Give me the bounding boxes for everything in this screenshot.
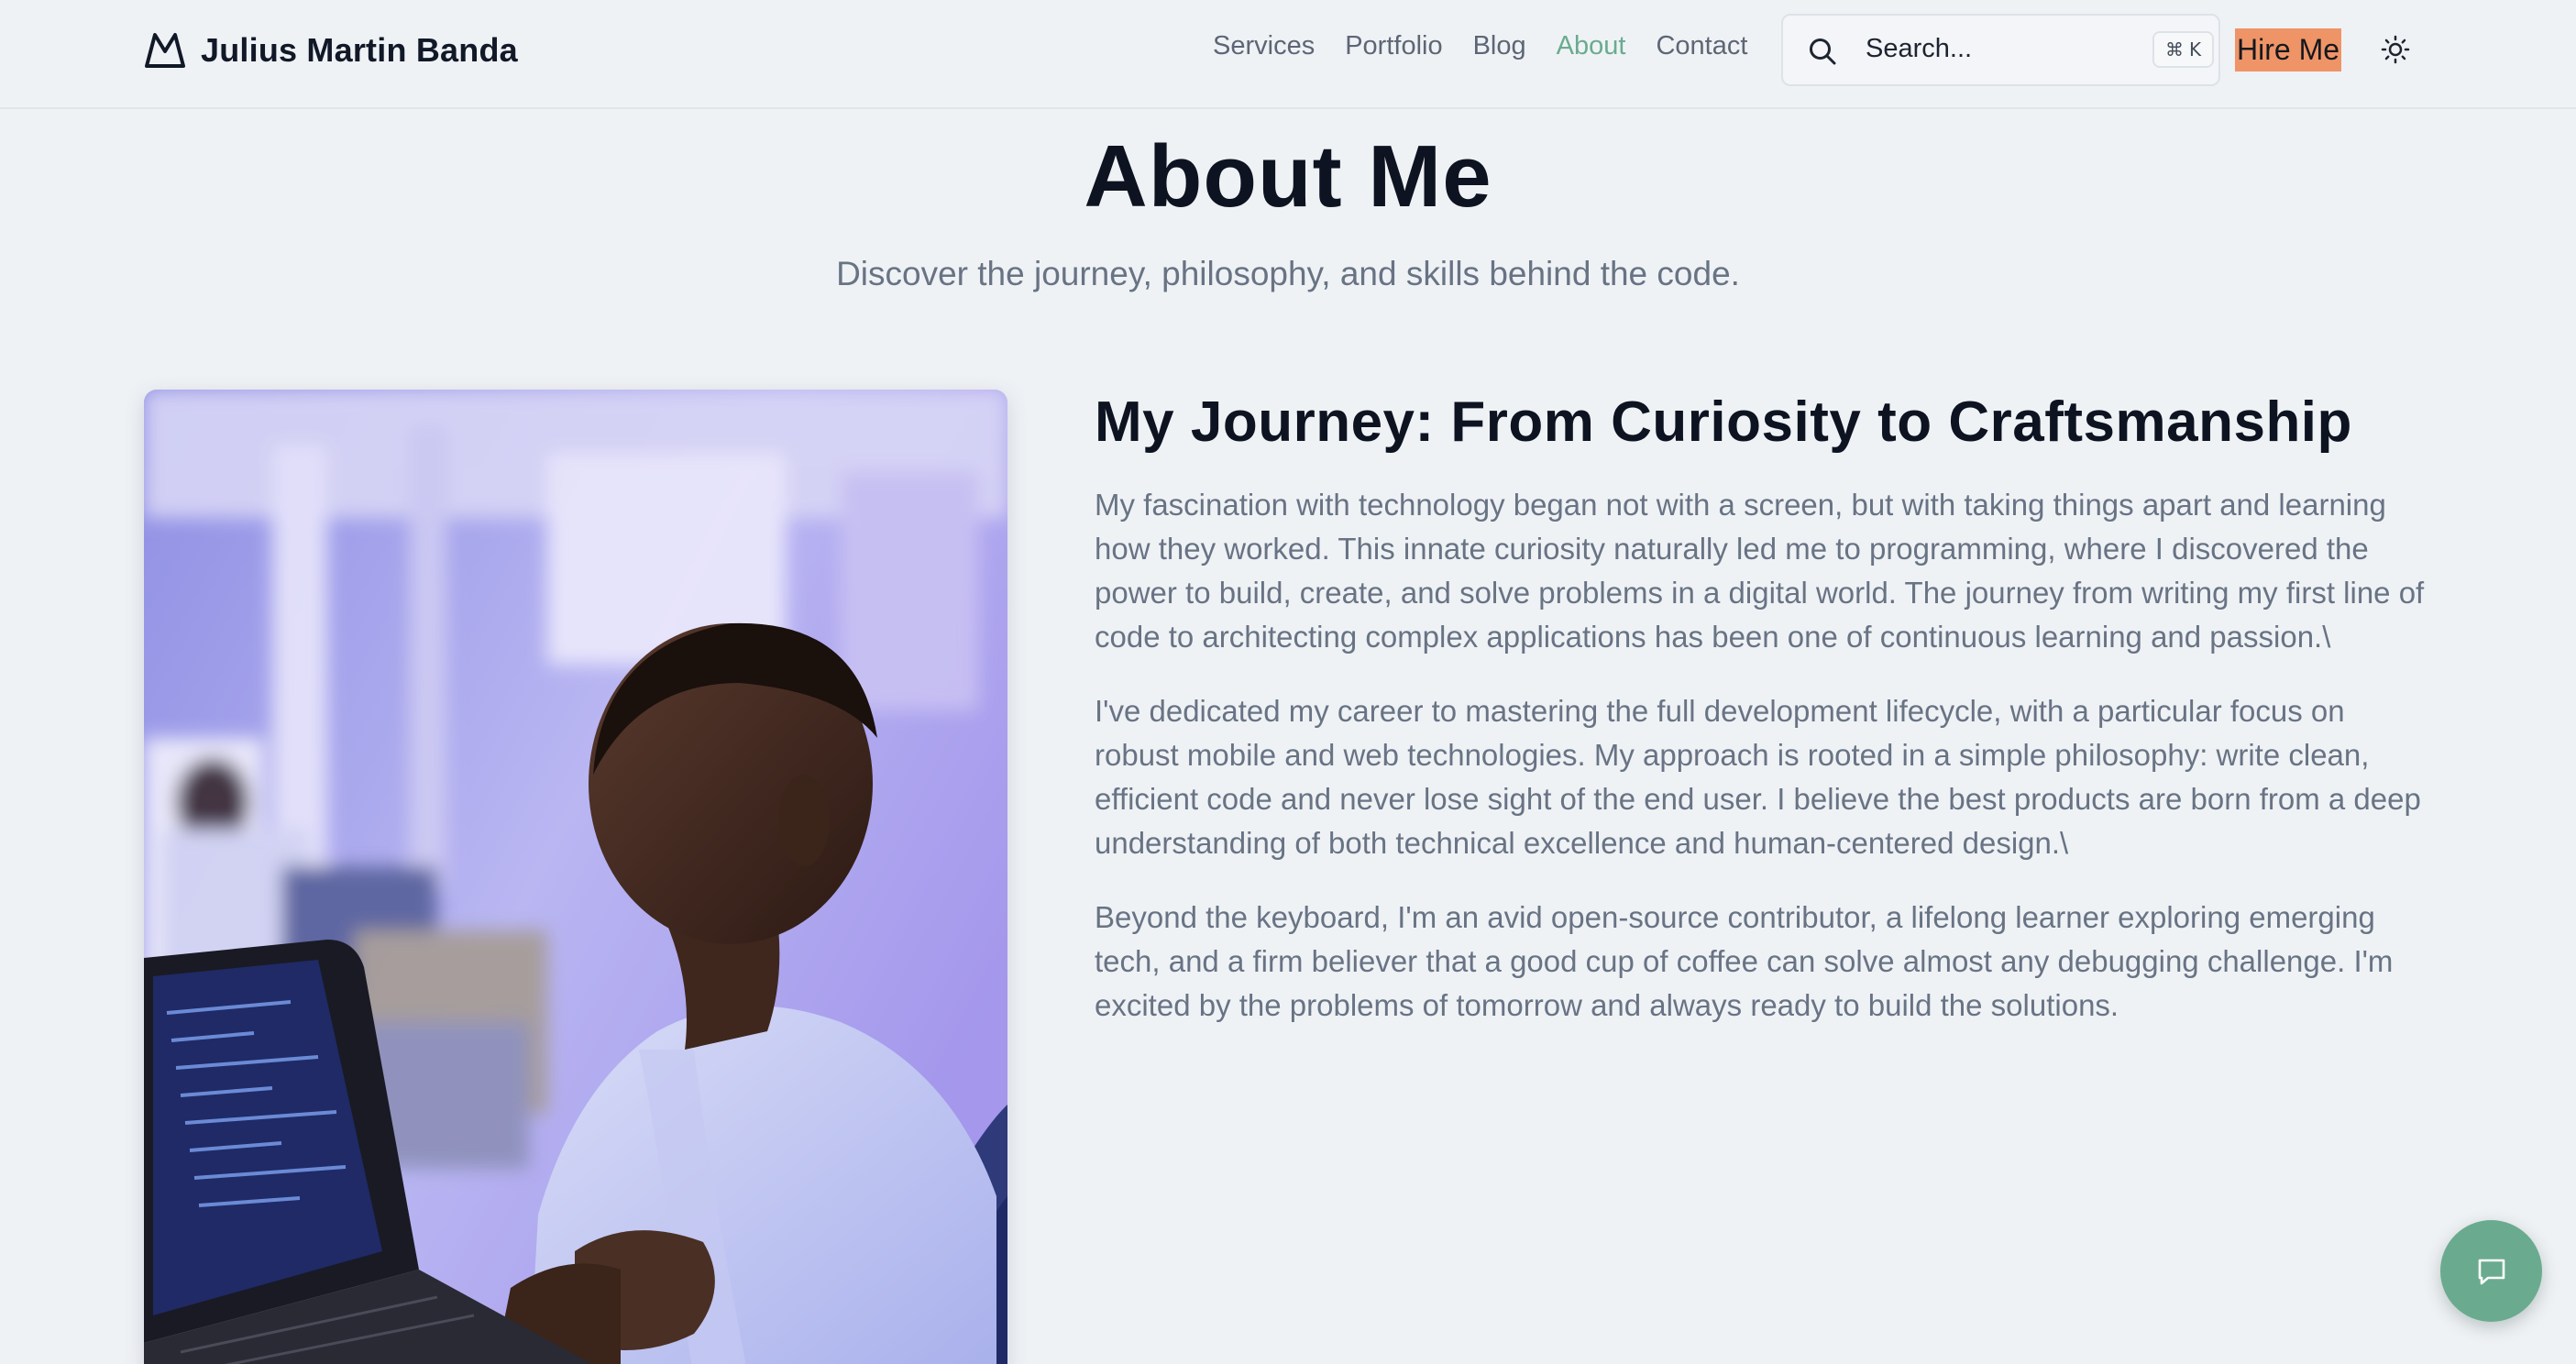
command-key-symbol: ⌘ xyxy=(2165,38,2184,60)
nav-link-about[interactable]: About xyxy=(1557,31,1626,61)
nav-link-services[interactable]: Services xyxy=(1213,31,1315,61)
nav-link-contact[interactable]: Contact xyxy=(1656,31,1747,61)
hire-me-button[interactable]: Hire Me xyxy=(2235,28,2342,72)
journey-heading: My Journey: From Curiosity to Craftsmans… xyxy=(1095,390,2352,454)
journey-text: My fascination with technology began not… xyxy=(1095,483,2433,1058)
brand-name: Julius Martin Banda xyxy=(201,31,518,69)
search-icon xyxy=(1810,38,1836,65)
profile-photo xyxy=(144,390,1007,1364)
nav-link-portfolio[interactable]: Portfolio xyxy=(1345,31,1442,61)
journey-paragraph-3: Beyond the keyboard, I'm an avid open-so… xyxy=(1095,900,2394,1022)
main-nav: Services Portfolio Blog About Contact xyxy=(1213,31,1747,61)
sun-icon xyxy=(2381,35,2410,64)
journey-paragraph-1: My fascination with technology began not… xyxy=(1095,488,2425,654)
keyboard-shortcut-badge: ⌘ K xyxy=(2152,31,2215,68)
shortcut-key-letter: K xyxy=(2189,38,2202,60)
brand-link[interactable]: Julius Martin Banda xyxy=(144,28,518,73)
page-subtitle: Discover the journey, philosophy, and sk… xyxy=(836,255,1740,292)
search-placeholder: Search... xyxy=(1866,34,1973,63)
chat-bubble-icon xyxy=(2478,1259,2504,1284)
journey-paragraph-2: I've dedicated my career to mastering th… xyxy=(1095,694,2421,860)
theme-toggle-button[interactable] xyxy=(2377,31,2414,68)
mountain-logo-icon xyxy=(145,33,185,68)
page-title: About Me xyxy=(1084,127,1492,226)
search-button[interactable]: Search... ⌘ K xyxy=(1781,14,2220,86)
top-navigation-bar: Julius Martin Banda Services Portfolio B… xyxy=(0,0,2576,109)
nav-link-blog[interactable]: Blog xyxy=(1473,31,1526,61)
chat-button[interactable] xyxy=(2440,1220,2542,1322)
